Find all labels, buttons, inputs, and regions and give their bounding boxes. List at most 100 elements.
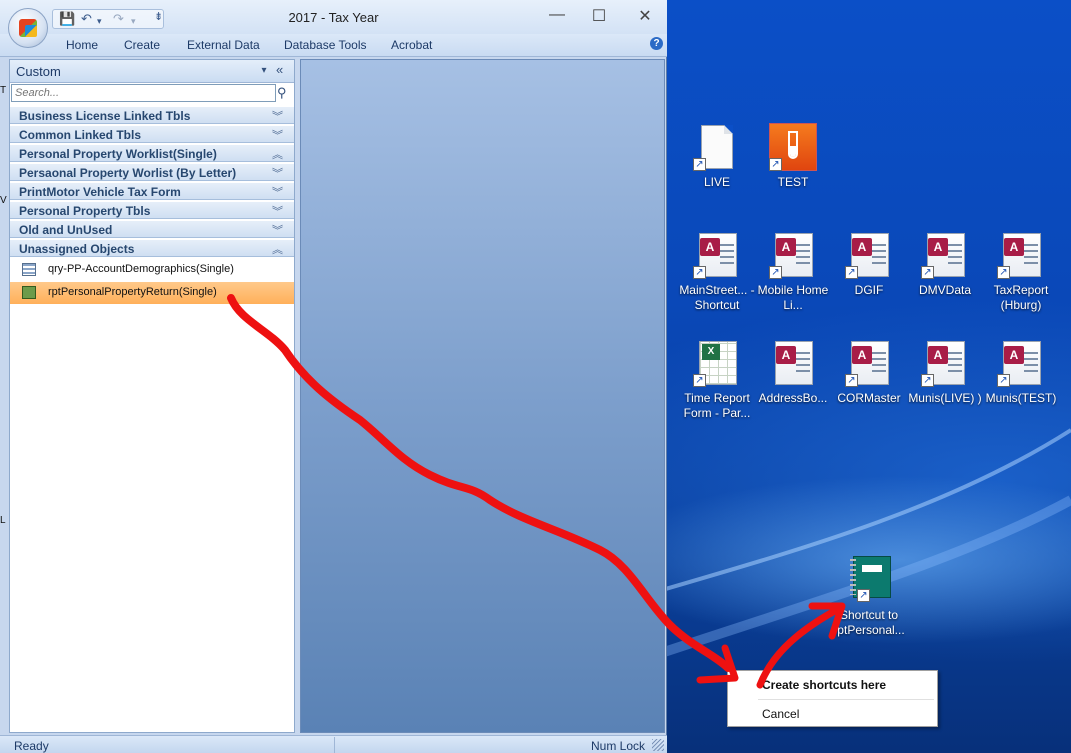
access-database-icon: A ↗ [997,231,1045,279]
office-logo-accent [25,25,37,37]
desktop-icon-mobile-home[interactable]: A ↗ Mobile Home Li... [755,231,831,313]
shortcut-arrow-icon: ↗ [921,266,934,279]
desktop-icon-cormaster[interactable]: A ↗ CORMaster [831,339,907,406]
minimize-button[interactable]: — [542,6,572,24]
nav-group-label: Unassigned Objects [19,242,135,256]
access-database-icon: A ↗ [921,339,969,387]
status-separator [334,737,335,753]
nav-group-print-motor-vehicle[interactable]: PrintMotor Vehicle Tax Form ︾ [10,182,294,200]
nav-group-business-license[interactable]: Business License Linked Tbls ︾ [10,106,294,124]
desktop-icon-label: DGIF [854,283,884,297]
office-button[interactable] [8,8,48,48]
edge-artifact: L [0,515,6,526]
ribbon-tabs: Home Create External Data Database Tools… [0,34,667,57]
expand-chevron-icon: ︾ [272,187,283,199]
shortcut-arrow-icon: ↗ [997,374,1010,387]
nav-pane-dropdown-icon[interactable]: ▾ [256,63,272,79]
resize-grip-icon[interactable] [652,739,664,751]
redo-dropdown-icon: ▾ [131,16,136,26]
nav-group-old-unused[interactable]: Old and UnUsed ︾ [10,220,294,238]
desktop-icon-munis-live[interactable]: A ↗ Munis(LIVE) ) [907,339,983,406]
context-menu: Create shortcuts here Cancel [727,670,938,727]
nav-group-pp-worklist-single[interactable]: Personal Property Worklist(Single) ︽ [10,144,294,162]
shortcut-arrow-icon: ↗ [845,266,858,279]
customize-qat-icon[interactable]: ⇟ [154,10,163,23]
test-tube-icon: ↗ [769,123,817,171]
maximize-button[interactable]: ☐ [584,6,614,26]
desktop-icon-label: Shortcut to rptPersonal... [833,608,905,637]
nav-item-report-selected[interactable]: rptPersonalPropertyReturn(Single) [10,282,294,304]
access-window: 2017 - Tax Year 💾 ↶ ▾ ↷ ▾ ⇟ — ☐ ✕ Home C… [0,0,667,753]
help-icon[interactable]: ? [650,37,663,50]
access-database-icon: A ↗ [845,231,893,279]
expand-chevron-icon: ︾ [272,111,283,123]
expand-chevron-icon: ︾ [272,130,283,142]
collapse-chevron-icon: ︽ [272,149,283,161]
nav-group-label: Personal Property Worklist(Single) [19,147,217,161]
search-icon[interactable]: ⚲ [277,85,287,101]
tab-create[interactable]: Create [124,38,160,52]
nav-group-pp-worlist-by-letter[interactable]: Persaonal Property Worlist (By Letter) ︾ [10,163,294,181]
desktop-icon-addressbook[interactable]: A AddressBo... [755,339,831,406]
desktop-icon-test[interactable]: ↗ TEST [755,123,831,190]
file-icon: ↗ [693,123,741,171]
shortcut-arrow-icon: ↗ [845,374,858,387]
desktop-icon-label: DMVData [918,283,971,297]
shortcut-arrow-icon: ↗ [769,266,782,279]
nav-search-input[interactable] [11,84,276,102]
nav-group-label: Old and UnUsed [19,223,113,237]
desktop-icon-time-report[interactable]: X ↗ Time Report Form - Par... [679,339,755,421]
save-icon[interactable]: 💾 [59,12,75,26]
tab-external-data[interactable]: External Data [187,38,260,52]
nav-item-label: rptPersonalPropertyReturn(Single) [48,286,217,298]
access-database-icon: A ↗ [845,339,893,387]
desktop-icon-dmvdata[interactable]: A ↗ DMVData [907,231,983,298]
desktop-icon-dgif[interactable]: A ↗ DGIF [831,231,907,298]
nav-pane-title: Custom [16,64,61,79]
title-bar: 2017 - Tax Year 💾 ↶ ▾ ↷ ▾ ⇟ — ☐ ✕ [0,0,667,34]
desktop-icon-label: MainStreet... - Shortcut [679,283,755,312]
desktop-icon-munis-test[interactable]: A ↗ Munis(TEST) [983,339,1059,406]
cancel-menu-item[interactable]: Cancel [762,707,799,721]
report-icon [22,286,36,299]
tab-database-tools[interactable]: Database Tools [284,38,367,52]
shortcut-arrow-icon: ↗ [857,589,870,602]
status-text: Ready [14,739,49,753]
nav-group-pp-tbls[interactable]: Personal Property Tbls ︾ [10,201,294,219]
nav-pane-collapse-icon[interactable]: « [276,62,283,77]
nav-group-common-linked[interactable]: Common Linked Tbls ︾ [10,125,294,143]
desktop-icon-label: Munis(LIVE) ) [908,391,982,405]
desktop-icon-label: Munis(TEST) [985,391,1057,405]
status-bar: Ready Num Lock [0,735,667,753]
shortcut-arrow-icon: ↗ [693,158,706,171]
desktop-icon-label: AddressBo... [758,391,828,405]
close-button[interactable]: ✕ [630,6,660,26]
desktop-icon-mainstreet[interactable]: A ↗ MainStreet... - Shortcut [679,231,755,313]
tab-acrobat[interactable]: Acrobat [391,38,432,52]
desktop-icon-label: Time Report Form - Par... [683,391,751,420]
shortcut-arrow-icon: ↗ [921,374,934,387]
create-shortcuts-menu-item[interactable]: Create shortcuts here [762,678,886,692]
nav-pane-header[interactable]: Custom ▾ « [10,60,294,83]
query-icon [22,263,36,276]
nav-item-query[interactable]: qry-PP-AccountDemographics(Single) [10,259,294,281]
access-database-icon: A ↗ [997,339,1045,387]
desktop-icon-label: CORMaster [837,391,901,405]
nav-group-label: Persaonal Property Worlist (By Letter) [19,166,237,180]
nav-group-label: Personal Property Tbls [19,204,151,218]
navigation-pane: Custom ▾ « ⚲ Business License Linked Tbl… [9,59,295,733]
undo-dropdown-icon[interactable]: ▾ [97,14,102,28]
nav-group-unassigned[interactable]: Unassigned Objects ︽ [10,239,294,257]
desktop-icon-live[interactable]: ↗ LIVE [679,123,755,190]
tab-home[interactable]: Home [66,38,98,52]
desktop-icon-label: TaxReport (Hburg) [993,283,1049,312]
desktop-icon-new-shortcut[interactable]: ↗ Shortcut to rptPersonal... [831,556,907,638]
undo-icon[interactable]: ↶ [81,12,92,26]
shortcut-arrow-icon: ↗ [997,266,1010,279]
access-database-icon: A ↗ [693,231,741,279]
access-database-icon: A [769,339,817,387]
menu-separator [758,699,934,700]
nav-group-label: Business License Linked Tbls [19,109,191,123]
desktop-icon-taxreport[interactable]: A ↗ TaxReport (Hburg) [983,231,1059,313]
nav-group-label: PrintMotor Vehicle Tax Form [19,185,181,199]
